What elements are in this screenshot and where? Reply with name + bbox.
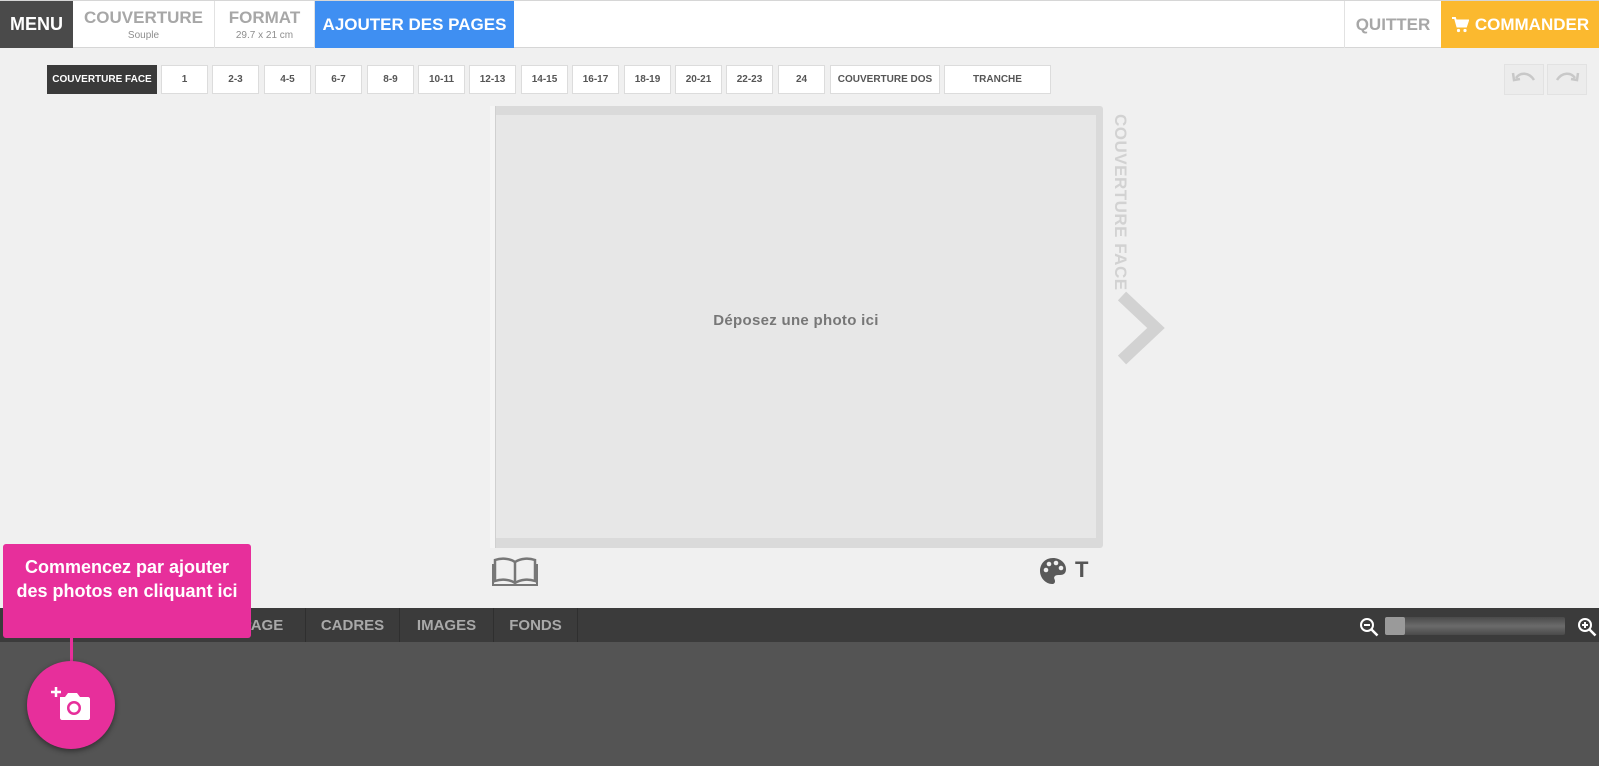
color-palette-button[interactable] bbox=[1038, 556, 1068, 591]
tab-cadres[interactable]: CADRES bbox=[306, 608, 400, 642]
cover-side-label: COUVERTURE FACE bbox=[1111, 114, 1130, 291]
zoom-out-button[interactable] bbox=[1359, 617, 1379, 642]
text-icon: T bbox=[1075, 557, 1089, 582]
top-bar: MENU COUVERTURE Souple FORMAT 29.7 x 21 … bbox=[0, 0, 1599, 48]
cart-icon bbox=[1451, 16, 1469, 33]
order-label: COMMANDER bbox=[1474, 14, 1590, 34]
photo-tray bbox=[0, 642, 1599, 766]
book-view-button[interactable] bbox=[492, 556, 538, 591]
page-tab-10-11[interactable]: 10-11 bbox=[418, 65, 465, 94]
format-sublabel: 29.7 x 21 cm bbox=[235, 30, 294, 41]
page-tab-6-7[interactable]: 6-7 bbox=[315, 65, 362, 94]
drop-zone-label: Déposez une photo ici bbox=[713, 312, 879, 329]
page-tab-24[interactable]: 24 bbox=[778, 65, 825, 94]
page-tab-14-15[interactable]: 14-15 bbox=[521, 65, 568, 94]
page-tab-2-3[interactable]: 2-3 bbox=[212, 65, 259, 94]
add-pages-button[interactable]: AJOUTER DES PAGES bbox=[315, 1, 514, 48]
page-tab-18-19[interactable]: 18-19 bbox=[624, 65, 671, 94]
tooltip-pointer bbox=[70, 638, 73, 662]
quit-button[interactable]: QUITTER bbox=[1344, 1, 1441, 48]
open-book-icon bbox=[492, 557, 538, 590]
add-pages-label: AJOUTER DES PAGES bbox=[322, 14, 507, 34]
format-label: FORMAT bbox=[228, 8, 301, 27]
couverture-sublabel: Souple bbox=[127, 30, 160, 41]
page-tab-12-13[interactable]: 12-13 bbox=[469, 65, 516, 94]
page-tab-1[interactable]: 1 bbox=[161, 65, 208, 94]
palette-icon bbox=[1038, 558, 1068, 590]
add-photos-button[interactable] bbox=[27, 661, 115, 749]
quit-label: QUITTER bbox=[1355, 14, 1431, 34]
couverture-label: COUVERTURE bbox=[83, 8, 203, 27]
next-page-arrow[interactable] bbox=[1116, 290, 1168, 371]
zoom-in-icon bbox=[1577, 618, 1597, 641]
menu-label: MENU bbox=[10, 14, 63, 34]
add-camera-icon bbox=[50, 685, 92, 726]
undo-button[interactable] bbox=[1504, 64, 1544, 95]
format-button[interactable]: FORMAT 29.7 x 21 cm bbox=[215, 1, 315, 48]
undo-icon bbox=[1511, 69, 1537, 90]
page-tab-couverture-dos[interactable]: COUVERTURE DOS bbox=[830, 65, 940, 94]
redo-button[interactable] bbox=[1547, 64, 1587, 95]
page-tab-4-5[interactable]: 4-5 bbox=[264, 65, 311, 94]
tab-fonds[interactable]: FONDS bbox=[494, 608, 578, 642]
order-button[interactable]: COMMANDER bbox=[1441, 1, 1599, 48]
zoom-in-button[interactable] bbox=[1577, 617, 1597, 642]
page-tab-20-21[interactable]: 20-21 bbox=[675, 65, 722, 94]
zoom-slider[interactable] bbox=[1385, 617, 1565, 635]
redo-icon bbox=[1554, 69, 1580, 90]
menu-button[interactable]: MENU bbox=[0, 1, 73, 48]
tab-images[interactable]: IMAGES bbox=[400, 608, 494, 642]
couverture-button[interactable]: COUVERTURE Souple bbox=[73, 1, 215, 48]
onboarding-tooltip: Commencez par ajouter des photos en cliq… bbox=[3, 544, 251, 638]
page-tab-16-17[interactable]: 16-17 bbox=[572, 65, 619, 94]
zoom-slider-handle[interactable] bbox=[1385, 617, 1405, 635]
page-tab-couverture-face[interactable]: COUVERTURE FACE bbox=[47, 65, 157, 94]
add-text-button[interactable]: T bbox=[1075, 557, 1088, 583]
page-tab-8-9[interactable]: 8-9 bbox=[367, 65, 414, 94]
page-tab-22-23[interactable]: 22-23 bbox=[726, 65, 773, 94]
zoom-out-icon bbox=[1359, 618, 1379, 641]
page-tab-tranche[interactable]: TRANCHE bbox=[944, 65, 1051, 94]
chevron-right-icon bbox=[1116, 291, 1168, 370]
